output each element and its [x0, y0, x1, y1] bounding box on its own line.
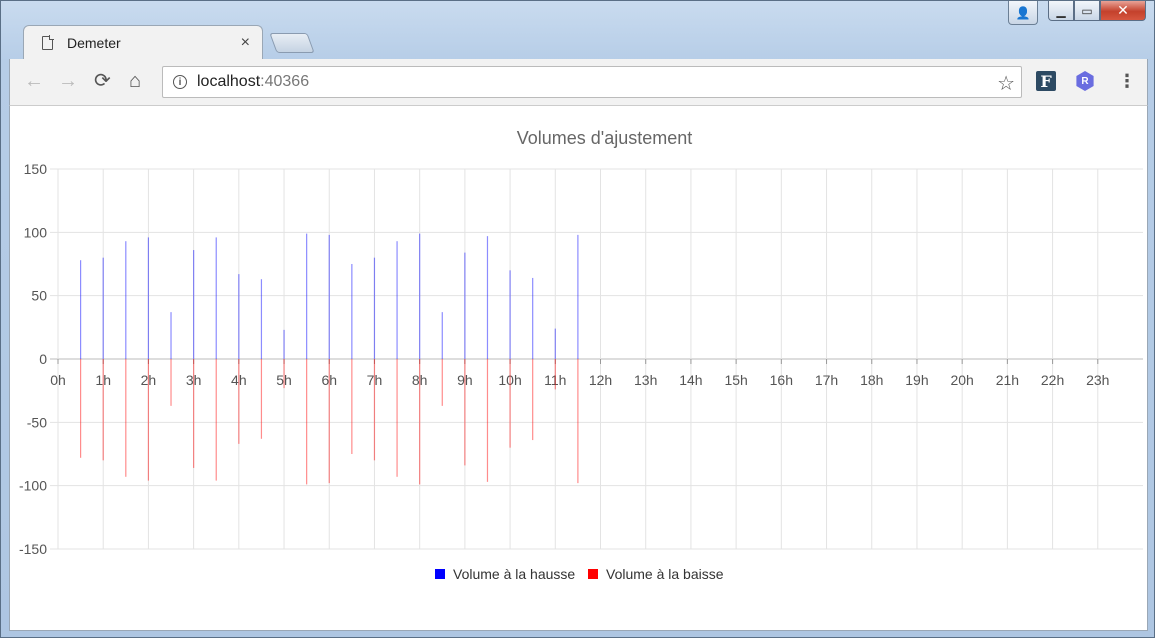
bar-up — [238, 274, 240, 359]
legend-swatch — [435, 569, 445, 579]
home-icon[interactable]: ⌂ — [129, 70, 141, 92]
address-url: localhost:40366 — [197, 73, 309, 91]
bar-down — [306, 359, 308, 485]
bar-down — [147, 359, 150, 481]
bar-down — [396, 359, 398, 477]
x-tick-label: 19h — [905, 372, 928, 388]
browser-toolbar: ← → ⟳ ⌂ i localhost:40366 ☆ F R ⋮ — [9, 59, 1148, 105]
tab-demeter[interactable]: Demeter × — [23, 25, 263, 59]
bar-up — [351, 264, 353, 359]
bar-up — [419, 233, 421, 359]
bar-down — [170, 359, 172, 406]
bar-up — [102, 257, 104, 359]
tab-close-icon[interactable]: × — [241, 34, 250, 52]
legend-swatch — [588, 569, 598, 579]
y-tick-label: 50 — [31, 288, 47, 304]
bar-down — [215, 359, 217, 481]
y-tick-label: 100 — [24, 224, 48, 240]
x-tick-label: 14h — [679, 372, 702, 388]
x-tick-label: 23h — [1086, 372, 1109, 388]
x-tick-label: 0h — [50, 372, 66, 388]
x-tick-label: 17h — [815, 372, 838, 388]
bar-up — [441, 312, 443, 359]
bar-up — [80, 260, 82, 359]
x-tick-label: 20h — [950, 372, 973, 388]
address-port: :40366 — [260, 73, 310, 90]
reload-icon[interactable]: ⟳ — [94, 70, 111, 92]
y-tick-label: 150 — [24, 161, 48, 177]
bookmark-star-icon[interactable]: ☆ — [997, 71, 1015, 96]
bar-down — [102, 359, 104, 461]
bar-down — [351, 359, 353, 454]
x-tick-label: 16h — [770, 372, 793, 388]
bar-up — [215, 237, 217, 359]
bar-up — [170, 312, 172, 359]
bar-down — [80, 359, 82, 458]
r-extension-icon[interactable]: R — [1076, 71, 1094, 91]
back-icon[interactable]: ← — [24, 70, 44, 92]
minimize-button[interactable]: ▁ — [1048, 1, 1074, 21]
bar-down — [532, 359, 534, 441]
browser-window: 👤 ▁ ▭ ✕ Demeter × ← → ⟳ ⌂ i localhost:40… — [0, 0, 1155, 638]
bar-up — [396, 241, 398, 359]
bar-up — [532, 277, 534, 359]
y-tick-label: 0 — [39, 351, 47, 367]
bar-down — [238, 359, 240, 444]
x-tick-label: 12h — [589, 372, 612, 388]
legend-label: Volume à la hausse — [453, 566, 575, 582]
x-tick-label: 22h — [1041, 372, 1064, 388]
y-tick-label: -100 — [19, 478, 47, 494]
user-icon: 👤 — [1015, 5, 1031, 20]
y-tick-label: -150 — [19, 541, 47, 557]
x-tick-label: 13h — [634, 372, 657, 388]
bar-up — [554, 328, 556, 359]
window-controls: 👤 ▁ ▭ ✕ — [1008, 1, 1146, 25]
legend-label: Volume à la baisse — [606, 566, 724, 582]
bar-up — [464, 252, 466, 359]
y-tick-label: -50 — [27, 414, 47, 430]
profile-button[interactable]: 👤 — [1008, 1, 1038, 25]
bar-down — [125, 359, 127, 477]
bar-down — [373, 359, 376, 461]
page-viewport: Volumes d'ajustement 150 100 50 0 -50 -100 -150… — [9, 105, 1148, 631]
bar-up — [373, 257, 376, 359]
bar-up — [509, 270, 511, 359]
menu-icon[interactable]: ⋮ — [1118, 71, 1136, 91]
address-bar[interactable]: i localhost:40366 ☆ — [162, 66, 1022, 98]
info-icon[interactable]: i — [173, 75, 187, 89]
bar-down — [577, 359, 579, 484]
bar-up — [306, 233, 308, 359]
adjustment-volume-chart: Volumes d'ajustement 150 100 50 0 -50 -100 -150… — [19, 128, 1143, 582]
close-window-button[interactable]: ✕ — [1100, 1, 1146, 21]
bar-up — [125, 241, 127, 359]
x-tick-label: 18h — [860, 372, 883, 388]
x-tick-label: 15h — [724, 372, 747, 388]
bar-down — [193, 359, 195, 468]
bar-down — [554, 359, 556, 390]
bar-down — [260, 359, 263, 439]
bar-down — [486, 359, 489, 482]
bar-down — [283, 359, 285, 389]
bar-down — [509, 359, 511, 448]
bar-up — [486, 236, 489, 359]
bar-up — [283, 329, 285, 359]
bar-down — [419, 359, 421, 485]
new-tab-button[interactable] — [269, 33, 315, 53]
f-extension-icon[interactable]: F — [1036, 71, 1056, 91]
chart-title: Volumes d'ajustement — [517, 128, 693, 148]
bar-down — [328, 359, 330, 484]
forward-icon[interactable]: → — [58, 70, 78, 92]
bar-down — [441, 359, 443, 406]
page-icon — [42, 34, 54, 50]
bar-up — [577, 234, 579, 359]
bar-down — [464, 359, 466, 466]
tab-title: Demeter — [67, 34, 121, 51]
bar-up — [260, 279, 263, 359]
bar-up — [147, 237, 150, 359]
bar-up — [328, 234, 330, 359]
bar-up — [193, 250, 195, 359]
address-host: localhost — [197, 73, 261, 90]
x-tick-label: 21h — [996, 372, 1019, 388]
maximize-button[interactable]: ▭ — [1074, 1, 1100, 21]
